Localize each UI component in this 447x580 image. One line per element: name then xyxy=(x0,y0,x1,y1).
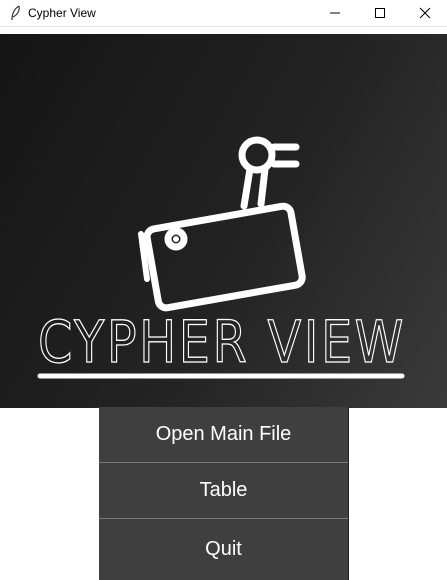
minimize-icon xyxy=(330,12,340,14)
main-menu: Open Main File Table Quit xyxy=(99,407,349,580)
minimize-button[interactable] xyxy=(312,0,358,26)
security-camera-icon xyxy=(138,136,306,312)
window-title: Cypher View xyxy=(28,6,96,20)
close-button[interactable] xyxy=(402,0,447,26)
table-button[interactable]: Table xyxy=(99,463,348,519)
quit-button[interactable]: Quit xyxy=(99,518,348,580)
feather-icon xyxy=(11,5,20,21)
open-main-file-button[interactable]: Open Main File xyxy=(99,407,348,463)
maximize-button[interactable] xyxy=(357,0,403,26)
maximize-icon xyxy=(375,8,385,18)
logo-text: CYPHER VIEW xyxy=(38,308,406,376)
banner: CYPHER VIEW xyxy=(0,34,447,408)
title-bar: Cypher View xyxy=(0,0,447,27)
close-icon xyxy=(419,7,431,19)
